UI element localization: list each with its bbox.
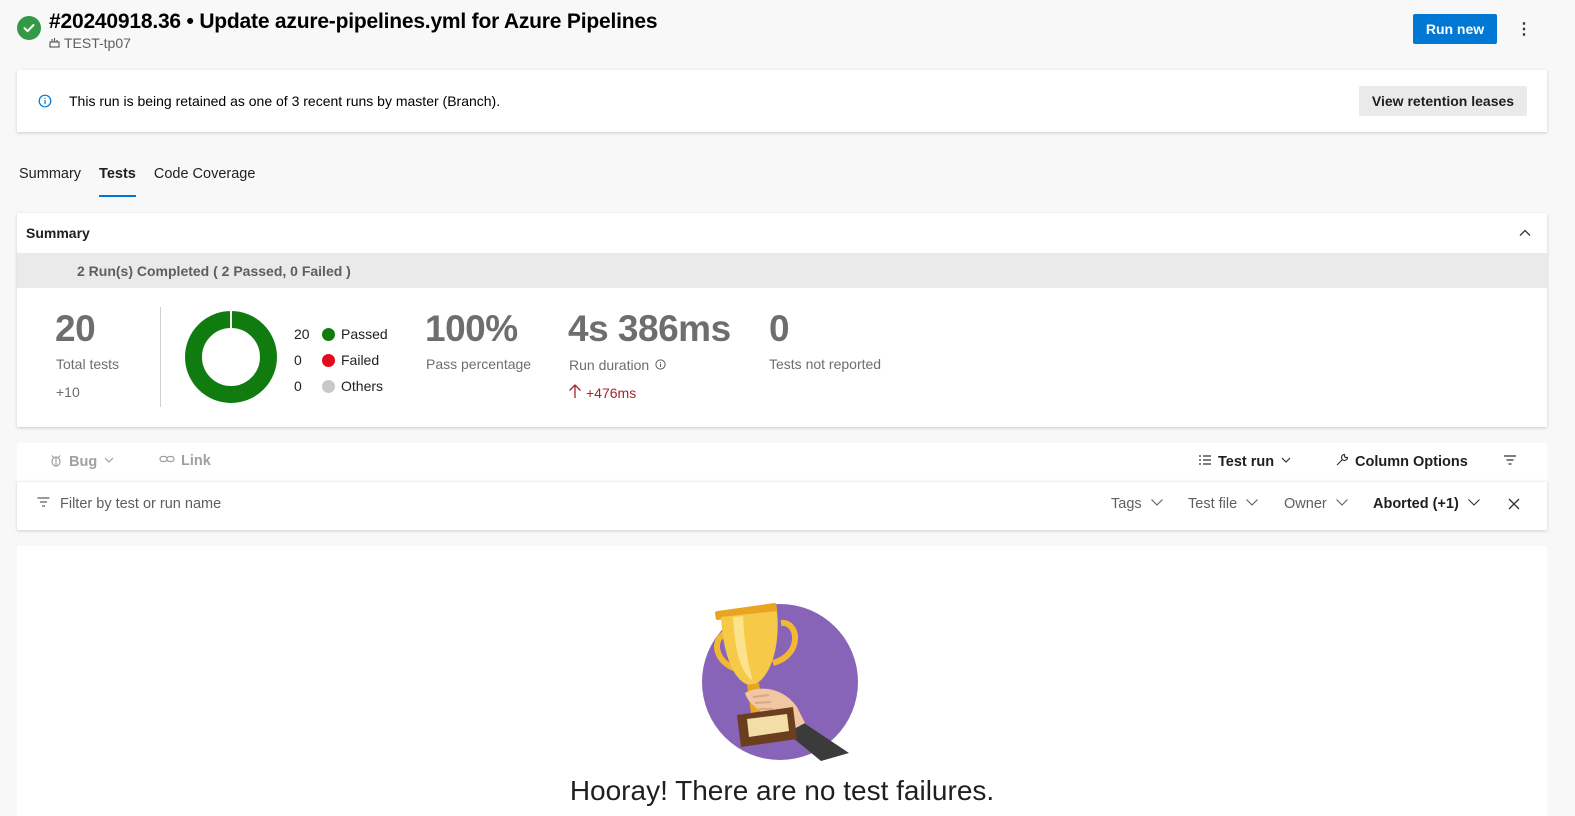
failed-count: 0 [294,352,302,368]
empty-state: Hooray! There are no test failures. [17,546,1547,816]
filter-bar: Filter by test or run name Tags Test fil… [17,481,1547,530]
filter-icon[interactable] [1503,453,1517,467]
info-icon[interactable] [655,357,666,373]
chevron-down-icon [1245,496,1259,512]
page-header: #20240918.36 • Update azure-pipelines.ym… [0,0,1575,60]
runs-completed-bar: 2 Run(s) Completed ( 2 Passed, 0 Failed … [17,253,1547,288]
retention-message: This run is being retained as one of 3 r… [69,93,501,109]
run-duration-label: Run duration [569,357,650,373]
filter-input[interactable]: Filter by test or run name [37,496,221,512]
legend-item-others: 0 Others [294,373,388,399]
run-duration-delta-text: +476ms [586,384,637,401]
more-options-icon[interactable]: ⋮ [1512,16,1536,42]
bug-label: Bug [69,454,98,470]
failed-dot-icon [322,353,335,367]
total-tests-label: Total tests [56,356,120,372]
test-run-group-dropdown[interactable]: Test run [1198,453,1292,471]
total-tests-value: 20 [55,308,96,349]
tab-tests[interactable]: Tests [99,164,136,198]
owner-filter-label: Owner [1284,496,1327,512]
repo-icon [49,35,60,51]
link-button[interactable]: Link [159,453,211,469]
chevron-down-icon [1335,496,1349,512]
info-icon [38,94,52,113]
failed-label: Failed [341,352,380,368]
divider [160,307,161,407]
filter-icon [37,496,50,512]
wrench-icon [1335,453,1349,471]
chevron-down-icon [1150,496,1164,512]
no-failures-message: Hooray! There are no test failures. [569,775,995,806]
chevron-down-icon [103,454,115,470]
others-count: 0 [294,378,302,394]
filter-placeholder: Filter by test or run name [60,496,222,512]
outcome-filter-dropdown[interactable]: Aborted (+1) [1373,496,1481,512]
legend-item-failed: 0 Failed [294,347,388,373]
others-dot-icon [322,379,335,393]
chevron-down-icon [1280,454,1292,470]
status-succeeded-icon [17,16,41,40]
column-options-button[interactable]: Column Options [1335,453,1468,471]
clear-filters-icon[interactable] [1507,497,1521,516]
outcome-donut-chart [185,311,277,403]
outcome-legend: 20 Passed 0 Failed 0 Others [294,321,388,399]
trophy-illustration [702,603,858,761]
chevron-up-icon[interactable] [1517,225,1533,246]
total-tests-delta: +10 [56,384,80,400]
not-reported-label: Tests not reported [769,356,882,372]
run-duration-label-group: Run duration [569,357,666,373]
repo-name: TEST-tp07 [64,35,131,51]
run-new-button[interactable]: Run new [1413,14,1497,44]
results-toolbar: Bug Link Test run Column Options [17,443,1547,481]
pass-percentage-value: 100% [425,308,518,349]
runs-completed-text: 2 Run(s) Completed ( 2 Passed, 0 Failed … [77,263,351,279]
run-duration-value: 4s 386ms [568,308,731,349]
run-title: #20240918.36 • Update azure-pipelines.ym… [49,10,658,33]
run-duration-delta: +476ms [568,383,636,402]
test-file-filter-dropdown[interactable]: Test file [1188,496,1259,512]
not-reported-value: 0 [769,308,790,349]
tags-filter-label: Tags [1111,496,1142,512]
donut-passed-segment [185,311,277,403]
test-file-filter-label: Test file [1188,496,1238,512]
arrow-up-icon [568,383,582,402]
tab-summary[interactable]: Summary [19,164,81,198]
view-retention-leases-button[interactable]: View retention leases [1359,86,1527,116]
list-icon [1198,453,1212,471]
summary-heading: Summary [26,225,90,241]
tab-bar: Summary Tests Code Coverage [19,164,255,200]
tab-code-coverage[interactable]: Code Coverage [154,164,256,198]
bug-icon [49,453,63,471]
retention-banner: This run is being retained as one of 3 r… [17,70,1547,132]
others-label: Others [341,378,384,394]
tags-filter-dropdown[interactable]: Tags [1111,496,1164,512]
outcome-filter-label: Aborted (+1) [1373,496,1459,512]
passed-count: 20 [294,326,310,342]
pass-percentage-label: Pass percentage [426,356,532,372]
chevron-down-icon [1467,496,1481,512]
passed-dot-icon [322,327,335,341]
legend-item-passed: 20 Passed [294,321,388,347]
passed-label: Passed [341,326,388,342]
link-label: Link [181,453,211,469]
bug-button[interactable]: Bug [49,453,115,471]
link-icon [159,453,175,469]
test-summary-card: Summary 2 Run(s) Completed ( 2 Passed, 0… [17,213,1547,427]
test-run-label: Test run [1218,454,1275,470]
column-options-label: Column Options [1355,454,1468,470]
repo-link[interactable]: TEST-tp07 [49,35,131,51]
owner-filter-dropdown[interactable]: Owner [1284,496,1349,512]
